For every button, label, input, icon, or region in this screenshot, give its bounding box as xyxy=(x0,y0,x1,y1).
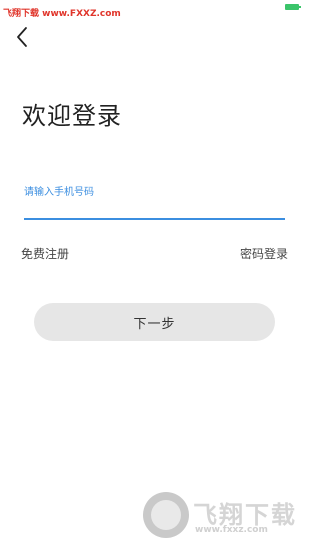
back-button[interactable] xyxy=(12,24,34,50)
password-login-link[interactable]: 密码登录 xyxy=(240,245,288,262)
watermark-logo-url: www.fxxz.com xyxy=(195,525,268,535)
watermark-top-text: 飞翔下载 www.FXXZ.com xyxy=(3,9,121,19)
register-link[interactable]: 免费注册 xyxy=(21,245,69,262)
phone-input[interactable] xyxy=(24,198,285,220)
next-step-button[interactable]: 下一步 xyxy=(34,303,275,341)
watermark-circle-icon xyxy=(143,492,189,538)
chevron-left-icon xyxy=(17,27,27,47)
battery-icon xyxy=(285,4,301,10)
phone-field-label: 请输入手机号码 xyxy=(24,187,94,198)
login-screen: 飞翔下载 www.FXXZ.com 欢迎登录 请输入手机号码 免费注册 密码登录… xyxy=(0,0,309,550)
watermark-logo: 飞翔下载 www.fxxz.com xyxy=(143,492,303,540)
page-title: 欢迎登录 xyxy=(22,102,122,130)
